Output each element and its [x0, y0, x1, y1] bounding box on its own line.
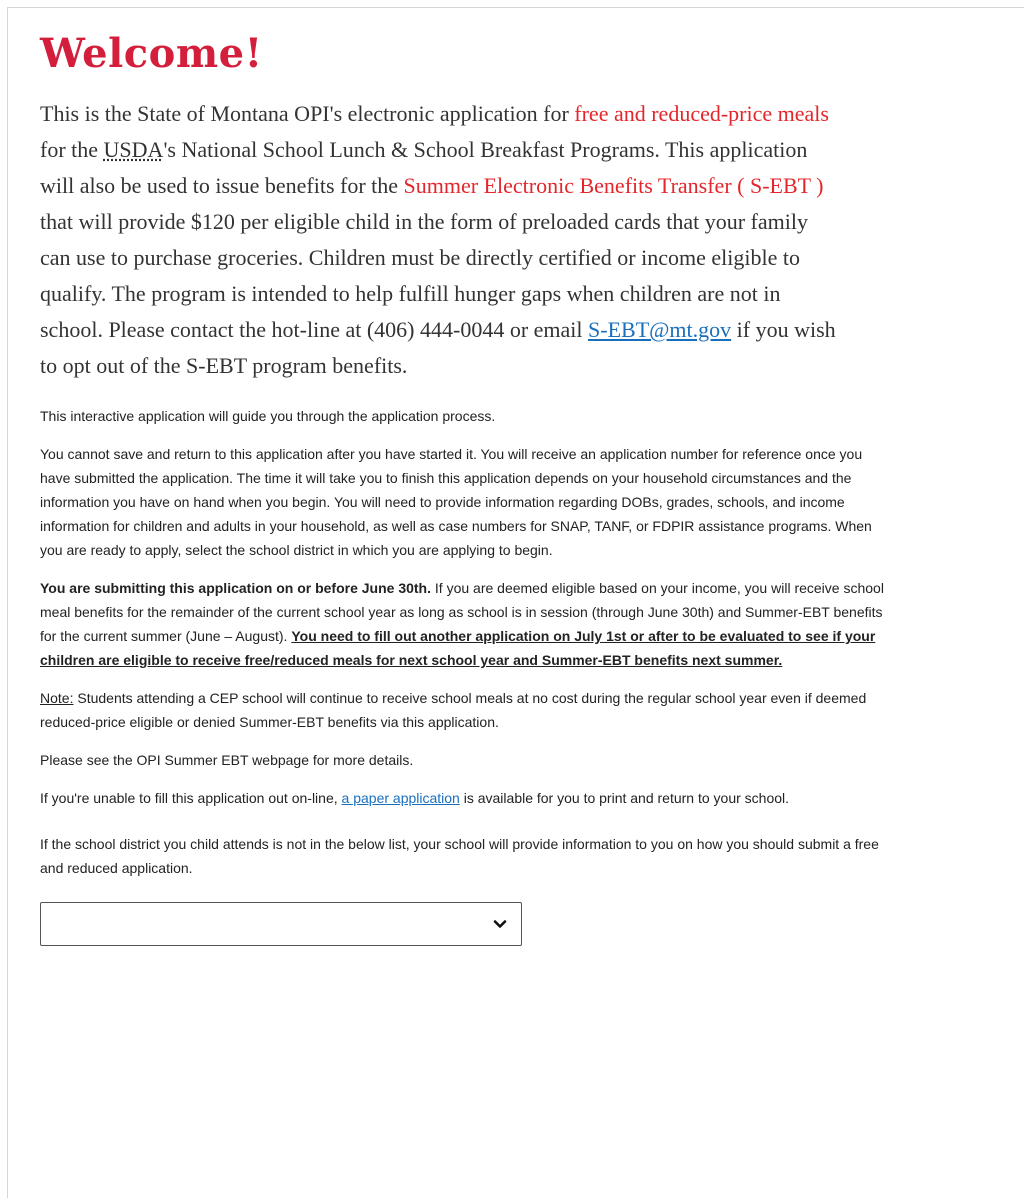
cannot-save-paragraph: You cannot save and return to this appli… — [40, 446, 872, 558]
note-paragraph: Note: Students attending a CEP school wi… — [40, 686, 890, 734]
paper-application-link[interactable]: a paper application — [342, 790, 460, 806]
note-label: Note: — [40, 690, 74, 706]
sebt-email-link[interactable]: S-EBT@mt.gov — [588, 317, 731, 342]
paper-post-text: is available for you to print and return… — [459, 790, 790, 806]
page-title: Welcome! — [40, 30, 263, 77]
instructions: This interactive application will guide … — [40, 404, 890, 880]
see-opi-paragraph: Please see the OPI Summer EBT webpage fo… — [40, 752, 414, 768]
school-district-select[interactable] — [40, 902, 522, 946]
note-text: Students attending a CEP school will con… — [40, 690, 867, 730]
paper-pre-text: If you're unable to fill this applicatio… — [40, 790, 342, 806]
intro-text-2: for the — [40, 137, 104, 162]
usda-abbreviation: USDA — [103, 137, 164, 162]
june-paragraph: You are submitting this application on o… — [40, 576, 890, 672]
chevron-down-icon — [493, 920, 507, 928]
guide-paragraph: This interactive application will guide … — [40, 408, 496, 424]
free-reduced-meals-highlight: free and reduced-price meals — [574, 101, 829, 126]
paper-application-paragraph: If you're unable to fill this applicatio… — [40, 786, 890, 810]
district-paragraph: If the school district you child attends… — [40, 836, 879, 876]
main-content: Welcome! This is the State of Montana OP… — [40, 30, 910, 946]
june-bold-text: You are submitting this application on o… — [40, 580, 432, 596]
intro-text-1: This is the State of Montana OPI's elect… — [40, 101, 575, 126]
intro-paragraph: This is the State of Montana OPI's elect… — [40, 96, 840, 384]
sebt-highlight: Summer Electronic Benefits Transfer ( S-… — [403, 173, 824, 198]
